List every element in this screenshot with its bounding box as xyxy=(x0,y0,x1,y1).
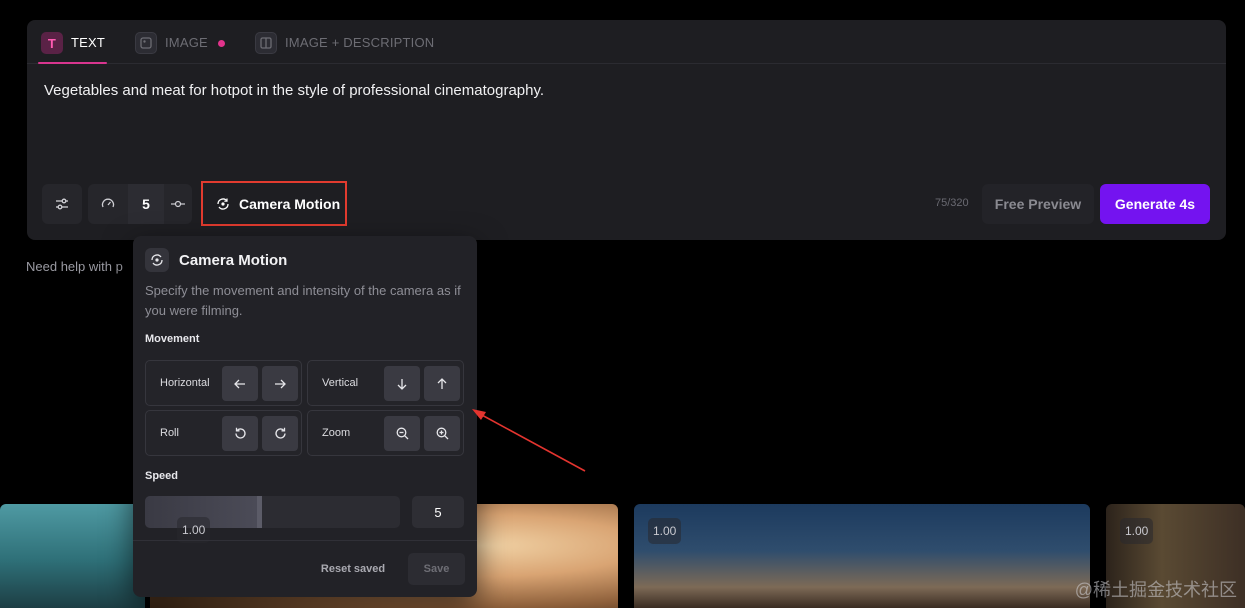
settings-button[interactable] xyxy=(42,184,82,224)
new-indicator-dot xyxy=(217,40,225,47)
video-thumbnail[interactable]: 1.00 xyxy=(634,504,1090,608)
prompt-panel: T TEXT IMAGE IMAGE + DESCRIPTION Vegetab… xyxy=(27,20,1226,240)
app-root: T TEXT IMAGE IMAGE + DESCRIPTION Vegetab… xyxy=(0,0,1245,608)
popover-description: Specify the movement and intensity of th… xyxy=(145,283,461,318)
char-counter: 75/320 xyxy=(935,197,969,209)
slider-icon[interactable] xyxy=(164,184,192,224)
speed-value-input[interactable]: 5 xyxy=(412,496,464,528)
horizontal-control: Horizontal xyxy=(145,360,302,406)
image-icon xyxy=(135,32,157,54)
generate-button[interactable]: Generate 4s xyxy=(1100,184,1210,224)
speed-value[interactable]: 5 xyxy=(128,184,164,224)
image-description-icon xyxy=(255,32,277,54)
speed-heading: Speed xyxy=(145,470,179,482)
divider xyxy=(133,540,477,541)
tab-text[interactable]: T TEXT xyxy=(37,32,108,64)
video-thumbnail[interactable] xyxy=(0,504,145,608)
vertical-control: Vertical xyxy=(307,360,464,406)
free-preview-button[interactable]: Free Preview xyxy=(982,184,1094,224)
popover-header: Camera Motion xyxy=(145,248,287,272)
arrow-left-icon[interactable] xyxy=(222,366,258,401)
speed-slider-handle[interactable] xyxy=(257,496,263,528)
camera-motion-label: Camera Motion xyxy=(239,195,341,212)
mode-tabs: T TEXT IMAGE IMAGE + DESCRIPTION xyxy=(27,20,1226,64)
tab-label: IMAGE xyxy=(165,35,208,50)
speed-gauge-icon[interactable] xyxy=(88,184,128,224)
roll-control: Roll xyxy=(145,410,302,456)
thumbnail-badge: 1.00 xyxy=(1120,518,1154,544)
camera-motion-button[interactable]: Camera Motion xyxy=(201,181,347,226)
control-label: Horizontal xyxy=(160,377,210,389)
help-text[interactable]: Need help with p xyxy=(26,259,123,274)
arrow-right-icon[interactable] xyxy=(262,366,298,401)
reset-saved-button[interactable]: Reset saved xyxy=(313,553,393,585)
movement-heading: Movement xyxy=(145,333,200,345)
tab-image[interactable]: IMAGE xyxy=(135,32,225,64)
arrow-down-icon[interactable] xyxy=(384,366,420,401)
rotate-ccw-icon[interactable] xyxy=(222,416,258,451)
speed-control: 5 xyxy=(88,184,192,224)
zoom-control: Zoom xyxy=(307,410,464,456)
save-button[interactable]: Save xyxy=(408,553,465,585)
popover-title: Camera Motion xyxy=(179,251,288,269)
text-t-icon: T xyxy=(41,32,63,54)
watermark: @稀土掘金技术社区 xyxy=(1074,580,1237,600)
thumbnail-badge: 1.00 xyxy=(648,518,682,544)
zoom-in-icon[interactable] xyxy=(424,416,460,451)
camera-motion-popover: Camera Motion Specify the movement and i… xyxy=(133,236,477,597)
arrow-up-icon[interactable] xyxy=(424,366,460,401)
zoom-out-icon[interactable] xyxy=(384,416,420,451)
sliders-icon xyxy=(54,196,70,212)
camera-motion-icon xyxy=(215,196,231,212)
prompt-input[interactable]: Vegetables and meat for hotpot in the st… xyxy=(44,82,544,99)
tab-label: IMAGE + DESCRIPTION xyxy=(285,35,435,50)
control-label: Vertical xyxy=(322,377,359,389)
control-label: Roll xyxy=(160,427,179,439)
camera-motion-icon xyxy=(145,248,169,272)
tab-label: TEXT xyxy=(71,35,106,50)
rotate-cw-icon[interactable] xyxy=(262,416,298,451)
tab-image-description[interactable]: IMAGE + DESCRIPTION xyxy=(255,32,434,64)
control-label: Zoom xyxy=(322,427,351,439)
